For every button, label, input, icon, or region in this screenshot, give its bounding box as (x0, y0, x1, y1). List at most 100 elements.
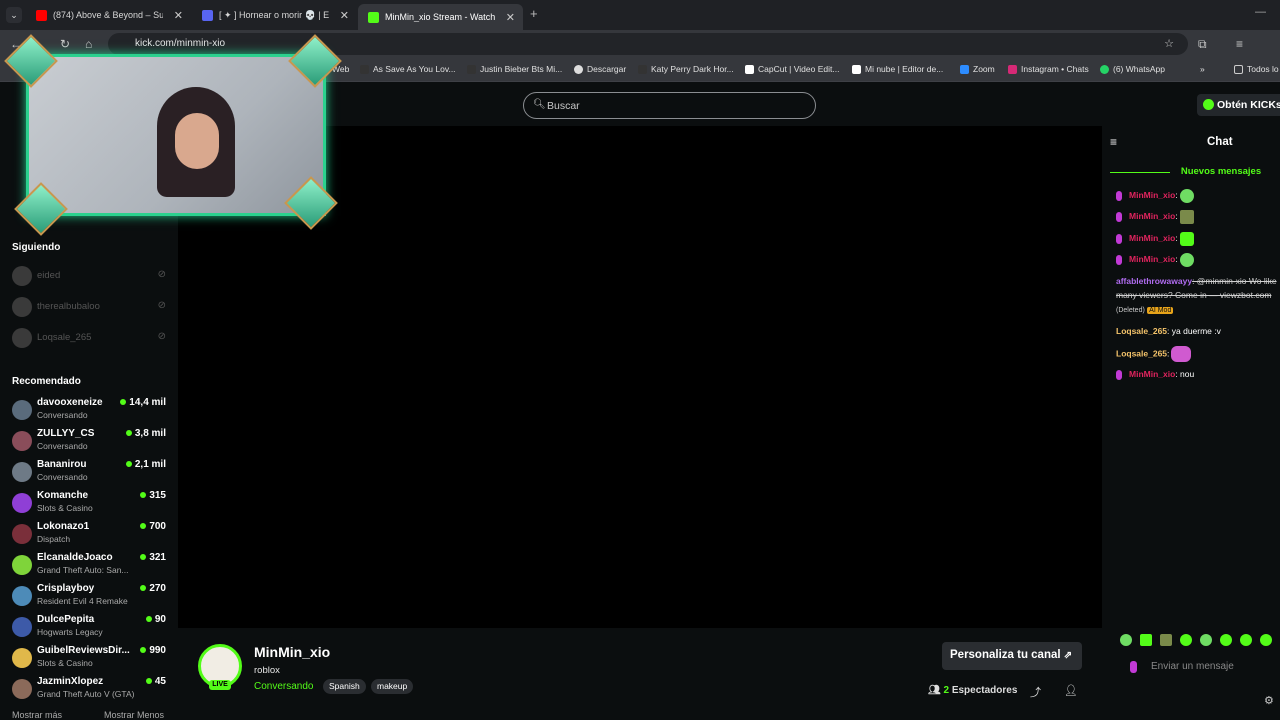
avatar (12, 648, 32, 668)
recommended-item[interactable]: DulcePepita Hogwarts Legacy 90 (12, 614, 170, 642)
following-item[interactable]: therealbubaloo ⊘ (12, 297, 170, 317)
webcam-overlay (4, 34, 342, 236)
recommended-item[interactable]: davooxeneize Conversando 14,4 mil (12, 397, 170, 425)
recommended-item[interactable]: Crisplayboy Resident Evil 4 Remake 270 (12, 583, 170, 611)
recommended-item[interactable]: JazminXlopez Grand Theft Auto V (GTA) 45 (12, 676, 170, 704)
extensions-icon[interactable]: ⧉ (1198, 37, 1207, 52)
tab-title: (874) Above & Beyond – Sun & (53, 10, 163, 20)
channel-category: Conversando (37, 472, 88, 482)
emote-icon[interactable] (1120, 633, 1132, 646)
following-item[interactable]: eided ⊘ (12, 266, 170, 286)
emote-icon (1179, 209, 1194, 224)
channel-name[interactable]: MinMin_xio (254, 644, 330, 660)
recommended-item[interactable]: Bananirou Conversando 2,1 mil (12, 459, 170, 487)
deleted-label: (Deleted) (1116, 307, 1145, 314)
avatar (12, 524, 32, 544)
emote-icon[interactable] (1140, 633, 1152, 646)
chat-username[interactable]: MinMin_xio (1129, 254, 1175, 264)
chat-text: : (1167, 348, 1170, 359)
stream-category[interactable]: Conversando (254, 681, 313, 692)
emote-icon[interactable] (1160, 633, 1172, 646)
ai-mod-badge: AI Mod (1147, 307, 1174, 314)
emote-icon[interactable] (1240, 633, 1252, 646)
bookmark-star-icon[interactable]: ☆ (1164, 37, 1174, 50)
tab-search-icon[interactable]: ⌄ (6, 7, 22, 23)
bookmark-item[interactable]: Instagram • Chats (1008, 64, 1089, 74)
recommended-item[interactable]: ElcanaldeJoaco Grand Theft Auto: San... 32… (12, 552, 170, 580)
bookmark-item[interactable]: Katy Perry Dark Hor... (638, 64, 734, 74)
minimize-window-icon[interactable]: — (1255, 6, 1266, 18)
tab-title: MinMin_xio Stream - Watch Liv (385, 12, 495, 22)
show-less-link[interactable]: Mostrar Menos (104, 710, 164, 720)
bookmark-item[interactable]: As Save As You Lov... (360, 64, 456, 74)
browser-tab-youtube[interactable]: (874) Above & Beyond – Sun & ✕ (26, 4, 191, 26)
chat-username[interactable]: MinMin_xio (1129, 233, 1175, 243)
zoom-icon (960, 64, 969, 74)
bookmark-item[interactable]: (6) WhatsApp (1100, 64, 1165, 74)
bookmark-label: Instagram • Chats (1021, 64, 1089, 74)
recommended-item[interactable]: Lokonazo1 Dispatch 700 (12, 521, 170, 549)
emote-icon[interactable] (1220, 633, 1232, 646)
avatar (12, 297, 32, 317)
follow-user-icon[interactable]: 👤︎ (1064, 684, 1078, 697)
chat-username[interactable]: MinMin_xio (1129, 190, 1175, 200)
viewer-count: 14,4 mil (120, 397, 166, 408)
media-icon[interactable]: ≡ (1236, 37, 1243, 51)
webcam-face (175, 113, 219, 169)
get-kicks-button[interactable]: Obtén KICKs (1197, 94, 1280, 116)
new-tab-button[interactable]: + (530, 6, 538, 21)
close-tab-icon[interactable]: ✕ (174, 9, 183, 22)
avatar (12, 266, 32, 286)
chat-input[interactable]: Enviar un mensaje (1131, 661, 1261, 675)
bookmark-label: Todos lo (1247, 64, 1279, 74)
bookmark-label: Katy Perry Dark Hor... (651, 64, 734, 74)
recommended-item[interactable]: GuibelReviewsDir... Slots & Casino 990 (12, 645, 170, 673)
recommended-item[interactable]: ZULLYY_CS Conversando 3,8 mil (12, 428, 170, 456)
emote-icon[interactable] (1180, 633, 1192, 646)
tag-chip[interactable]: Spanish (323, 679, 366, 694)
new-messages-divider[interactable]: Nuevos mensajes (1110, 166, 1280, 178)
share-icon[interactable]: ⤴ (1030, 684, 1041, 700)
stream-game: roblox (254, 665, 280, 676)
channel-category: Slots & Casino (37, 658, 93, 668)
bookmark-item[interactable]: Mi nube | Editor de... (852, 64, 943, 74)
tag-chip[interactable]: makeup (371, 679, 414, 694)
customize-channel-button[interactable]: Personaliza tu canal ⇗ (942, 642, 1082, 670)
bookmark-item[interactable]: Justin Bieber Bts Mi... (467, 64, 562, 74)
following-item[interactable]: Loqsale_265 ⊘ (12, 328, 170, 348)
chat-username[interactable]: MinMin_xio (1129, 369, 1175, 379)
search-input[interactable]: 🔍︎ Buscar (523, 92, 816, 119)
bookmark-item[interactable]: Todos lo (1234, 64, 1279, 74)
kicks-coin-icon (1203, 99, 1214, 110)
emote-icon[interactable] (1260, 633, 1272, 646)
bookmark-item[interactable]: Descargar (574, 64, 626, 74)
gear-icon[interactable]: ⚙ (1264, 694, 1274, 707)
bookmark-item[interactable]: Zoom (960, 64, 995, 74)
close-tab-icon[interactable]: ✕ (506, 11, 515, 24)
following-title: Siguiendo (12, 242, 61, 253)
browser-tab-kick-active[interactable]: MinMin_xio Stream - Watch Liv ✕ (358, 4, 523, 30)
chat-message: Loqsale_265: (1116, 346, 1280, 362)
bookmark-label: Justin Bieber Bts Mi... (480, 64, 563, 74)
emote-icon[interactable] (1200, 633, 1212, 646)
chat-username[interactable]: Loqsale_265 (1116, 326, 1167, 336)
chat-username[interactable]: Loqsale_265 (1116, 348, 1167, 358)
show-more-link[interactable]: Mostrar más (12, 710, 62, 720)
collapse-chat-icon[interactable]: ≡ (1110, 135, 1117, 149)
avatar (12, 431, 32, 451)
chat-username[interactable]: MinMin_xio (1129, 211, 1175, 221)
viewer-count: 90 (146, 614, 166, 625)
viewer-label: Espectadores (951, 685, 1018, 696)
bookmark-item[interactable]: CapCut | Video Edit... (745, 64, 839, 74)
avatar (12, 493, 32, 513)
capcut-icon (852, 64, 861, 74)
viewer-count: 270 (140, 583, 166, 594)
bookmarks-overflow-icon[interactable]: » (1200, 64, 1205, 74)
browser-tab-discord[interactable]: [ ✦ ] Hornear o morir 💀 | El ✕ (192, 4, 357, 26)
recommended-item[interactable]: Komanche Slots & Casino 315 (12, 490, 170, 518)
close-tab-icon[interactable]: ✕ (340, 9, 349, 22)
chat-username[interactable]: affablethrowawayy (1116, 276, 1192, 286)
search-icon: 🔍︎ (533, 99, 546, 110)
offline-icon: ⊘ (157, 300, 166, 311)
bookmark-favicon-icon (574, 64, 583, 74)
